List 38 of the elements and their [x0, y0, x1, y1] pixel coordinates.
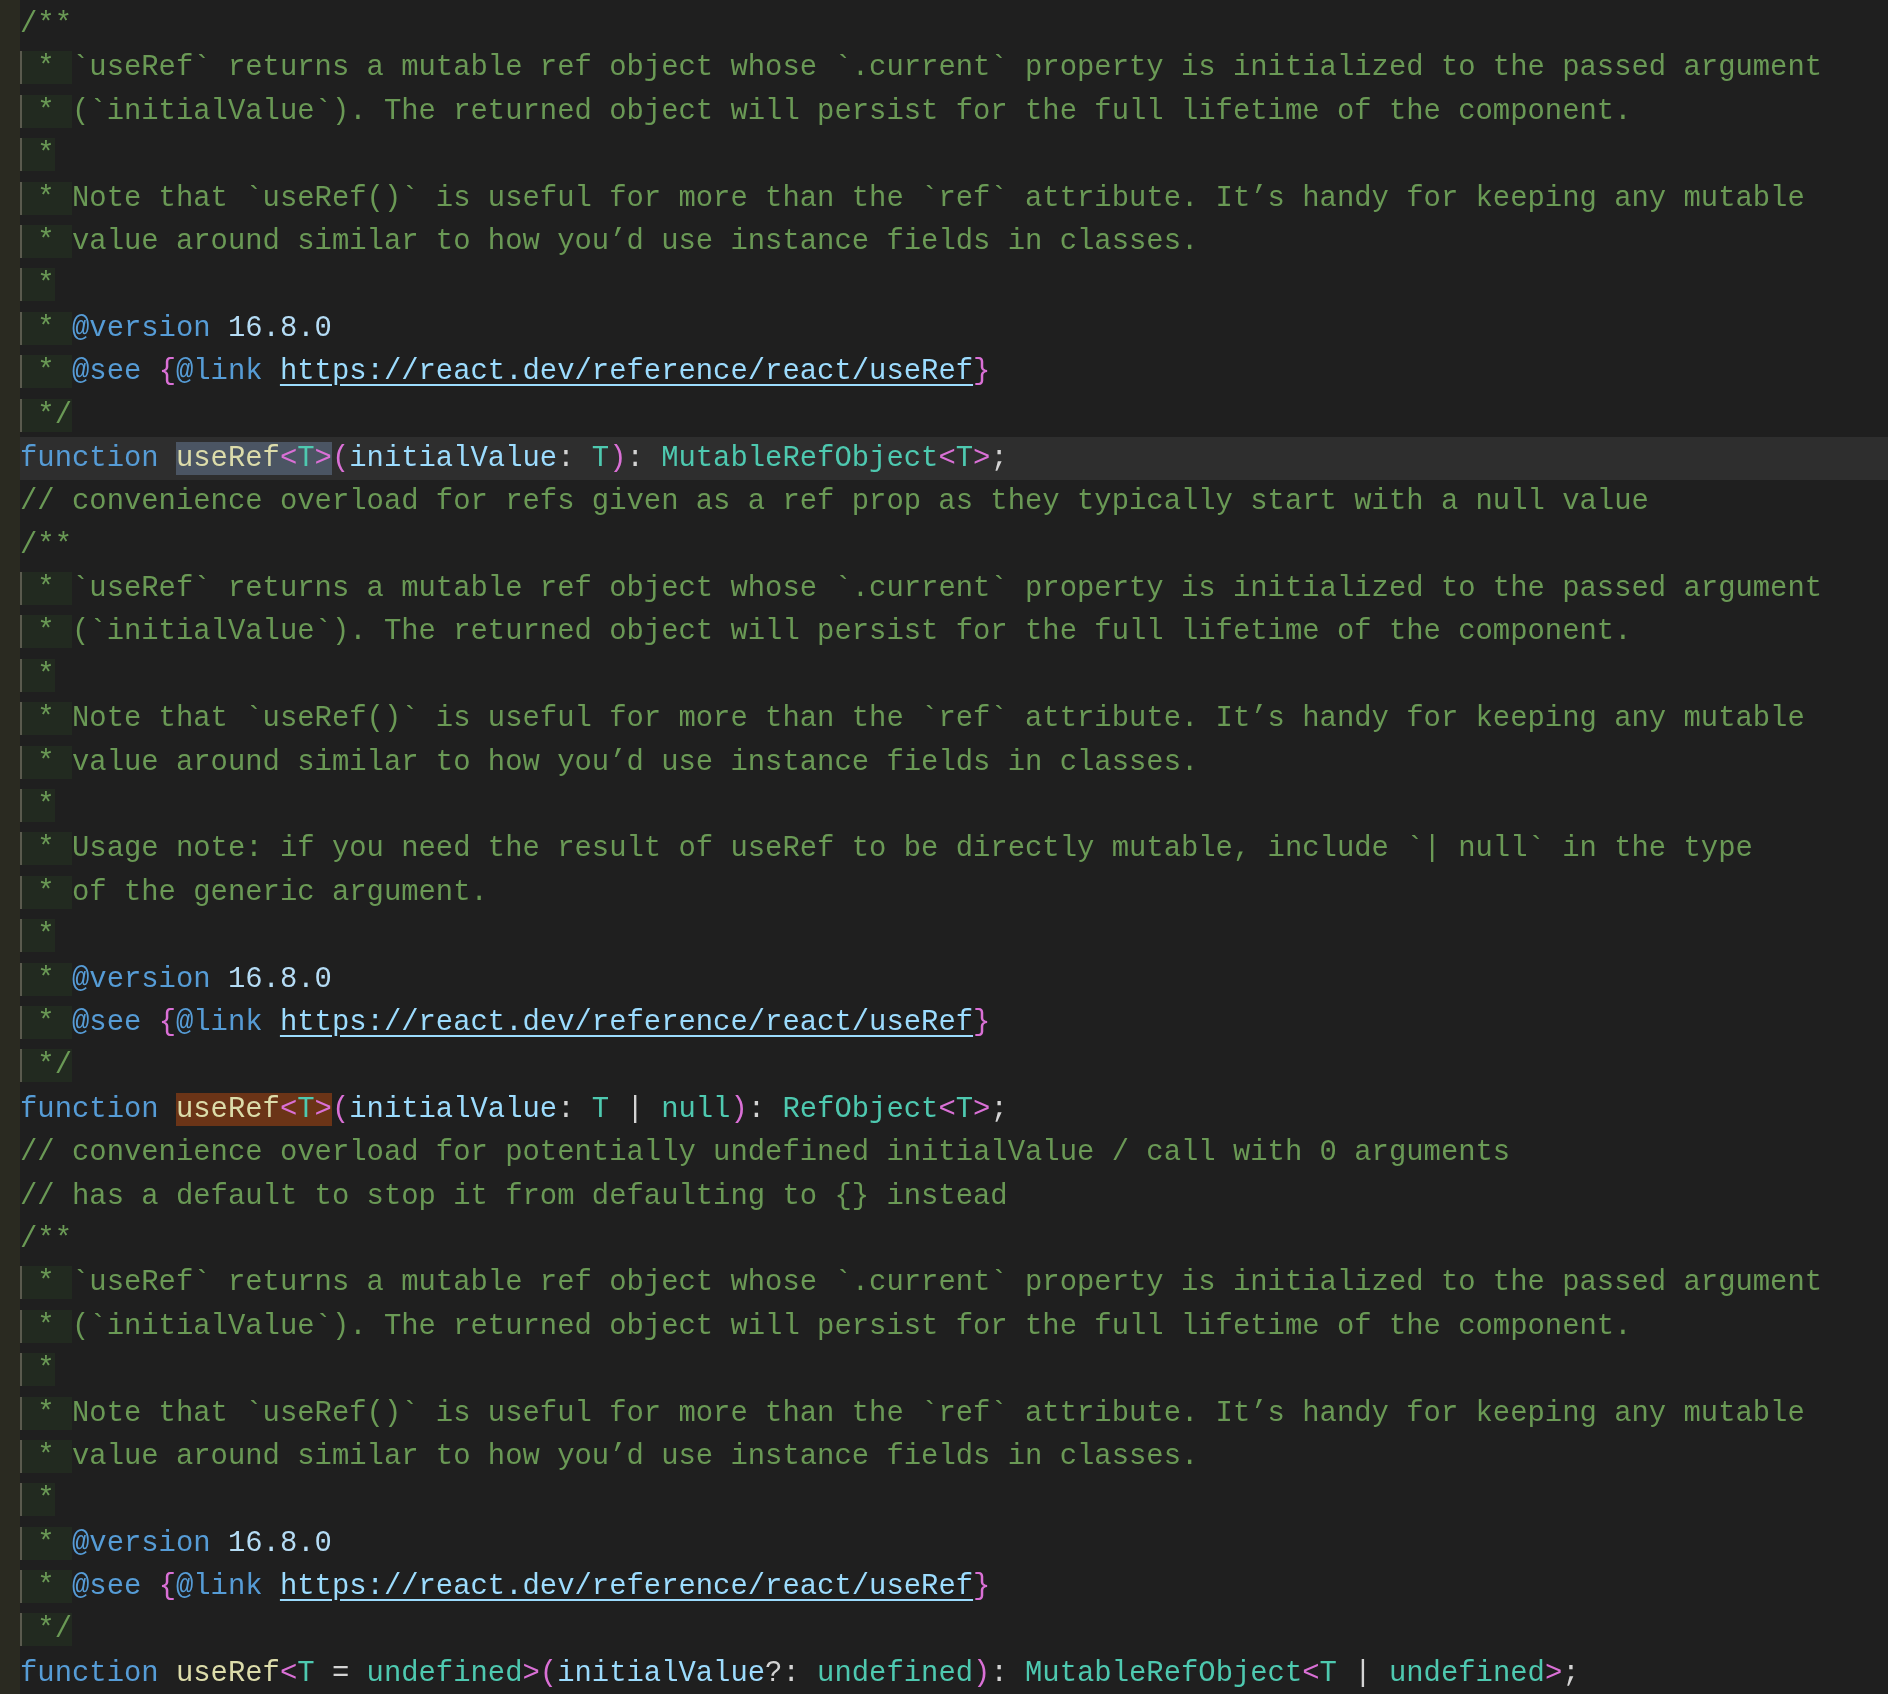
doc-comment-line: *	[20, 784, 1888, 828]
doc-comment-line: *	[20, 263, 1888, 307]
doc-comment-line: * of the generic argument.	[20, 870, 1888, 915]
doc-comment-line: */	[20, 393, 1888, 437]
code-line: /**	[20, 527, 73, 564]
code-line: /**	[20, 7, 73, 43]
code-line: /**	[20, 1221, 73, 1258]
code-line: function useRef<T>(initialValue: T | null): RefObject<T>;	[20, 1091, 1009, 1128]
doc-comment-line: *	[20, 653, 1888, 698]
doc-comment-line: *	[20, 133, 1888, 177]
doc-comment-line: * Note that `useRef()` is useful for more than the `ref` attribute. It’s handy for keeping any mutable	[20, 697, 1888, 741]
doc-comment-line: * `useRef` returns a mutable ref object whose `.current` property is initialized to the passed argument	[20, 567, 1888, 611]
doc-comment-line: * (`initialValue`). The returned object will persist for the full lifetime of the component.	[20, 1304, 1888, 1349]
code-line: // convenience overload for potentially undefined initialValue / call with 0 arguments	[20, 1135, 1512, 1172]
doc-comment-line: */	[20, 1608, 1888, 1652]
doc-comment-line: * Usage note: if you need the result of useRef to be directly mutable, include `| null` in the type	[20, 827, 1888, 871]
doc-comment-line: * value around similar to how you’d use instance fields in classes.	[20, 740, 1888, 785]
doc-comment-line: * `useRef` returns a mutable ref object whose `.current` property is initialized to the passed argument	[20, 46, 1888, 90]
doc-comment-line: * value around similar to how you’d use instance fields in classes.	[20, 219, 1888, 264]
doc-comment-line: */	[20, 1044, 1888, 1088]
doc-comment-line: * `useRef` returns a mutable ref object whose `.current` property is initialized to the passed argument	[20, 1261, 1888, 1305]
doc-comment-line: * @version 16.8.0	[20, 306, 1888, 351]
doc-comment-line: * @version 16.8.0	[20, 1521, 1888, 1566]
doc-comment-line: * value around similar to how you’d use instance fields in classes.	[20, 1434, 1888, 1479]
doc-comment-line: * @see {@link https://react.dev/reference/react/useRef}	[20, 1001, 1888, 1045]
doc-comment-line: * (`initialValue`). The returned object will persist for the full lifetime of the component.	[20, 89, 1888, 134]
doc-comment-line: * Note that `useRef()` is useful for more than the `ref` attribute. It’s handy for keeping any mutable	[20, 1391, 1888, 1435]
code-line: function useRef<T = undefined>(initialValue?: undefined): MutableRefObject<T | undefined>;	[20, 1655, 1581, 1692]
code-line: // convenience overload for refs given as a ref prop as they typically start with a null value	[20, 484, 1650, 521]
doc-comment-line: * @see {@link https://react.dev/reference/react/useRef}	[20, 350, 1888, 394]
doc-comment-line: *	[20, 914, 1888, 958]
doc-comment-line: * @see {@link https://react.dev/reference/react/useRef}	[20, 1565, 1888, 1609]
doc-comment-line: *	[20, 1348, 1888, 1392]
doc-comment-line: * @version 16.8.0	[20, 957, 1888, 1001]
doc-comment-line: * (`initialValue`). The returned object will persist for the full lifetime of the component.	[20, 610, 1888, 654]
code-line: // has a default to stop it from defaulting to {} instead	[20, 1178, 1009, 1215]
doc-comment-line: *	[20, 1478, 1888, 1522]
doc-comment-line: * Note that `useRef()` is useful for more than the `ref` attribute. It’s handy for keeping any mutable	[20, 176, 1888, 220]
